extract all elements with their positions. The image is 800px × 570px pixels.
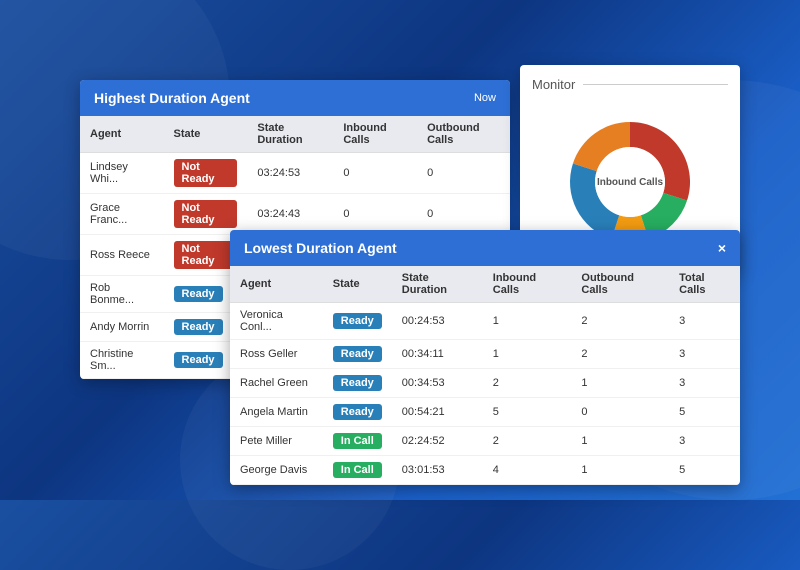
inbound-cell: 0 <box>333 153 417 194</box>
agent-cell: Ross Reece <box>80 235 164 276</box>
inbound-cell: 2 <box>483 427 572 456</box>
agent-cell: Grace Franc... <box>80 194 164 235</box>
lowest-panel-header: Lowest Duration Agent × <box>230 230 740 266</box>
inbound-cell: 4 <box>483 456 572 485</box>
lowest-panel-title: Lowest Duration Agent <box>244 240 397 256</box>
col-agent-l: Agent <box>230 266 323 303</box>
agent-cell: Angela Martin <box>230 398 323 427</box>
duration-cell: 02:24:52 <box>392 427 483 456</box>
total-cell: 3 <box>669 369 740 398</box>
outbound-cell: 1 <box>571 427 669 456</box>
col-agent-h: Agent <box>80 116 164 153</box>
col-outbound-h: Outbound Calls <box>417 116 510 153</box>
outbound-cell: 2 <box>571 303 669 340</box>
state-badge: Not Ready <box>174 200 238 228</box>
inbound-cell: 5 <box>483 398 572 427</box>
col-duration-h: State Duration <box>247 116 333 153</box>
col-outbound-l: Outbound Calls <box>571 266 669 303</box>
state-badge: Ready <box>333 346 382 362</box>
state-badge: Ready <box>174 286 223 302</box>
table-row: Rachel Green Ready 00:34:53 2 1 3 <box>230 369 740 398</box>
outbound-cell: 2 <box>571 340 669 369</box>
inbound-cell: 2 <box>483 369 572 398</box>
col-duration-l: State Duration <box>392 266 483 303</box>
state-cell: Not Ready <box>164 153 248 194</box>
duration-cell: 00:24:53 <box>392 303 483 340</box>
state-cell: Not Ready <box>164 194 248 235</box>
outbound-cell: 1 <box>571 456 669 485</box>
total-cell: 5 <box>669 398 740 427</box>
outbound-cell: 0 <box>571 398 669 427</box>
state-badge: Ready <box>333 404 382 420</box>
table-row: Grace Franc... Not Ready 03:24:43 0 0 <box>80 194 510 235</box>
state-badge: Not Ready <box>174 159 238 187</box>
table-row: Ross Geller Ready 00:34:11 1 2 3 <box>230 340 740 369</box>
state-badge: In Call <box>333 433 382 449</box>
outbound-cell: 1 <box>571 369 669 398</box>
table-row: George Davis In Call 03:01:53 4 1 5 <box>230 456 740 485</box>
state-cell: Ready <box>323 369 392 398</box>
highest-panel-header: Highest Duration Agent Now <box>80 80 510 116</box>
state-badge: Ready <box>333 375 382 391</box>
agent-cell: Rachel Green <box>230 369 323 398</box>
state-cell: Ready <box>323 398 392 427</box>
highest-now-label: Now <box>474 92 496 104</box>
duration-cell: 03:01:53 <box>392 456 483 485</box>
table-row: Lindsey Whi... Not Ready 03:24:53 0 0 <box>80 153 510 194</box>
agent-cell: Rob Bonme... <box>80 276 164 313</box>
lowest-table: Agent State State Duration Inbound Calls… <box>230 266 740 485</box>
agent-cell: George Davis <box>230 456 323 485</box>
total-cell: 3 <box>669 303 740 340</box>
donut-center-label: Inbound Calls <box>597 177 663 188</box>
outbound-cell: 0 <box>417 153 510 194</box>
state-cell: In Call <box>323 456 392 485</box>
agent-cell: Christine Sm... <box>80 342 164 379</box>
state-cell: Ready <box>323 303 392 340</box>
table-row: Angela Martin Ready 00:54:21 5 0 5 <box>230 398 740 427</box>
total-cell: 3 <box>669 340 740 369</box>
state-badge: Ready <box>333 313 382 329</box>
col-inbound-l: Inbound Calls <box>483 266 572 303</box>
total-cell: 5 <box>669 456 740 485</box>
state-cell: In Call <box>323 427 392 456</box>
col-inbound-h: Inbound Calls <box>333 116 417 153</box>
col-state-h: State <box>164 116 248 153</box>
lowest-table-header-row: Agent State State Duration Inbound Calls… <box>230 266 740 303</box>
duration-cell: 00:34:11 <box>392 340 483 369</box>
agent-cell: Lindsey Whi... <box>80 153 164 194</box>
col-total-l: Total Calls <box>669 266 740 303</box>
highest-panel-title: Highest Duration Agent <box>94 90 250 106</box>
inbound-cell: 1 <box>483 340 572 369</box>
inbound-cell: 1 <box>483 303 572 340</box>
state-cell: Ready <box>323 340 392 369</box>
duration-cell: 03:24:53 <box>247 153 333 194</box>
monitor-divider <box>583 84 728 85</box>
table-row: Pete Miller In Call 02:24:52 2 1 3 <box>230 427 740 456</box>
monitor-title-text: Monitor <box>532 77 575 92</box>
state-badge: Ready <box>174 352 223 368</box>
agent-cell: Veronica Conl... <box>230 303 323 340</box>
outbound-cell: 0 <box>417 194 510 235</box>
lowest-close-button[interactable]: × <box>718 240 726 256</box>
duration-cell: 03:24:43 <box>247 194 333 235</box>
lowest-duration-panel: Lowest Duration Agent × Agent State Stat… <box>230 230 740 485</box>
duration-cell: 00:54:21 <box>392 398 483 427</box>
state-badge: In Call <box>333 462 382 478</box>
inbound-cell: 0 <box>333 194 417 235</box>
agent-cell: Andy Morrin <box>80 313 164 342</box>
total-cell: 3 <box>669 427 740 456</box>
state-badge: Ready <box>174 319 223 335</box>
state-badge: Not Ready <box>174 241 238 269</box>
agent-cell: Pete Miller <box>230 427 323 456</box>
monitor-title-row: Monitor <box>532 77 728 92</box>
highest-table-header-row: Agent State State Duration Inbound Calls… <box>80 116 510 153</box>
agent-cell: Ross Geller <box>230 340 323 369</box>
table-row: Veronica Conl... Ready 00:24:53 1 2 3 <box>230 303 740 340</box>
duration-cell: 00:34:53 <box>392 369 483 398</box>
col-state-l: State <box>323 266 392 303</box>
